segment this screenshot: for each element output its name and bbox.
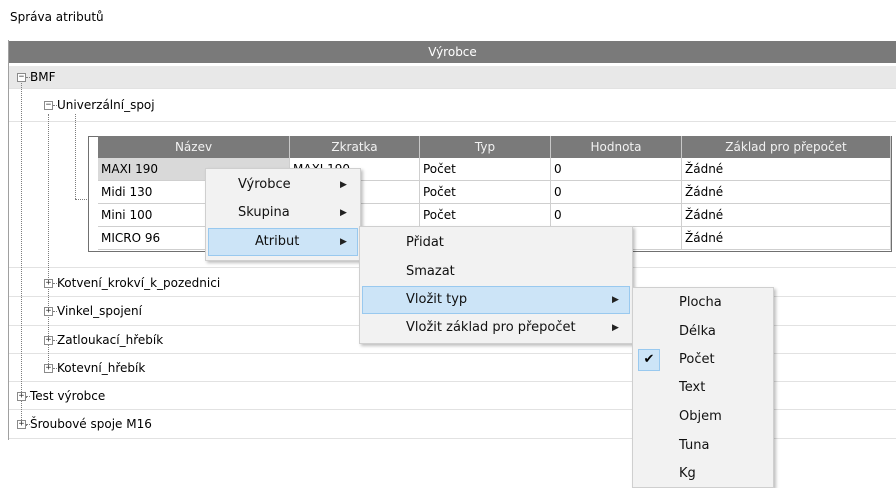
menu-item-label: Přidat xyxy=(406,235,444,250)
menu-item-plocha[interactable]: Plocha xyxy=(635,289,771,317)
menu-item-vyrobce[interactable]: Výrobce ▶ xyxy=(208,171,358,199)
tree-connector xyxy=(75,114,77,199)
menu-item-pocet[interactable]: ✔ Počet xyxy=(635,346,771,374)
cell-hodnota[interactable]: 0 xyxy=(551,158,682,181)
expand-icon[interactable]: + xyxy=(44,336,53,345)
menu-item-label: Délka xyxy=(679,324,716,339)
grid-row-line xyxy=(9,88,896,89)
expand-icon[interactable]: + xyxy=(17,420,26,429)
tree-node-test-vyrobce[interactable]: Test výrobce xyxy=(30,389,105,403)
menu-item-label: Objem xyxy=(679,409,722,424)
expand-icon[interactable]: + xyxy=(17,392,26,401)
tree-connector xyxy=(21,81,23,426)
cell-typ[interactable]: Počet xyxy=(420,181,551,204)
menu-item-skupina[interactable]: Skupina ▶ xyxy=(208,199,358,227)
tree-node-sroubove-spoje[interactable]: Šroubové spoje M16 xyxy=(30,417,152,431)
column-header-typ[interactable]: Typ xyxy=(420,136,551,158)
tree-node-univerzalni-spoj[interactable]: Univerzální_spoj xyxy=(57,98,155,112)
menu-item-smazat[interactable]: Smazat xyxy=(362,258,630,286)
cell-hodnota[interactable]: 0 xyxy=(551,181,682,204)
grid-row-line xyxy=(9,121,896,122)
menu-item-label: Atribut xyxy=(255,234,300,249)
column-header-zkratka[interactable]: Zkratka xyxy=(290,136,420,158)
expand-icon[interactable]: + xyxy=(44,307,53,316)
submenu-vlozit-typ: Plocha Délka ✔ Počet Text Objem Tuna Kg xyxy=(632,287,774,488)
tree-node-vinkel[interactable]: Vinkel_spojení xyxy=(57,304,142,318)
menu-item-label: Výrobce xyxy=(238,177,291,192)
submenu-arrow-icon: ▶ xyxy=(612,323,619,333)
cell-typ[interactable]: Počet xyxy=(420,158,551,181)
menu-item-vlozit-zaklad[interactable]: Vložit základ pro přepočet ▶ xyxy=(362,314,630,342)
menu-item-label: Počet xyxy=(679,352,715,367)
collapse-icon[interactable]: − xyxy=(44,101,53,110)
submenu-arrow-icon: ▶ xyxy=(612,295,619,305)
menu-item-tuna[interactable]: Tuna xyxy=(635,432,771,460)
cell-zaklad[interactable]: Žádné xyxy=(682,158,891,181)
check-icon: ✔ xyxy=(638,349,660,371)
column-header-hodnota[interactable]: Hodnota xyxy=(551,136,682,158)
tree-connector xyxy=(75,199,89,201)
expand-icon[interactable]: + xyxy=(44,364,53,373)
collapse-icon[interactable]: − xyxy=(17,73,26,82)
tree-connector xyxy=(48,114,50,370)
submenu-atribut: Přidat Smazat Vložit typ ▶ Vložit základ… xyxy=(359,226,633,344)
expand-icon[interactable]: + xyxy=(44,279,53,288)
menu-item-vlozit-typ[interactable]: Vložit typ ▶ xyxy=(362,286,630,314)
cell-hodnota[interactable]: 0 xyxy=(551,204,682,227)
tree-node-kotveni[interactable]: Kotvení_krokví_k_pozednici xyxy=(57,276,220,290)
menu-item-label: Plocha xyxy=(679,295,722,310)
menu-item-label: Tuna xyxy=(679,438,710,453)
submenu-arrow-icon: ▶ xyxy=(340,208,347,218)
tree-node-zatloukaci[interactable]: Zatloukací_hřebík xyxy=(57,333,163,347)
tree-node-bmf[interactable]: BMF xyxy=(30,70,56,84)
menu-item-label: Kg xyxy=(679,466,696,481)
menu-item-objem[interactable]: Objem xyxy=(635,403,771,431)
cell-typ[interactable]: Počet xyxy=(420,204,551,227)
menu-item-atribut[interactable]: Atribut ▶ xyxy=(208,228,358,256)
cell-zaklad[interactable]: Žádné xyxy=(682,181,891,204)
menu-item-label: Vložit typ xyxy=(406,292,468,307)
menu-item-delka[interactable]: Délka xyxy=(635,318,771,346)
tree-node-kotevni[interactable]: Kotevní_hřebík xyxy=(57,361,145,375)
submenu-arrow-icon: ▶ xyxy=(340,237,347,247)
menu-item-pridat[interactable]: Přidat xyxy=(362,229,630,257)
outer-grid-header-vyrobce[interactable]: Výrobce xyxy=(9,41,896,63)
menu-item-label: Text xyxy=(679,380,706,395)
context-menu: Výrobce ▶ Skupina ▶ Atribut ▶ xyxy=(205,168,361,261)
cell-zaklad[interactable]: Žádné xyxy=(682,204,891,227)
tree-row-selected[interactable] xyxy=(9,66,896,88)
menu-item-label: Skupina xyxy=(238,205,290,220)
submenu-arrow-icon: ▶ xyxy=(340,180,347,190)
cell-zaklad[interactable]: Žádné xyxy=(682,227,891,250)
column-header-zaklad[interactable]: Základ pro přepočet xyxy=(682,136,891,158)
column-header-nazev[interactable]: Název xyxy=(98,136,290,158)
window-title: Správa atributů xyxy=(10,10,104,24)
menu-item-label: Smazat xyxy=(406,264,455,279)
menu-item-text[interactable]: Text xyxy=(635,374,771,402)
menu-item-label: Vložit základ pro přepočet xyxy=(406,320,576,335)
menu-item-kg[interactable]: Kg xyxy=(635,460,771,488)
